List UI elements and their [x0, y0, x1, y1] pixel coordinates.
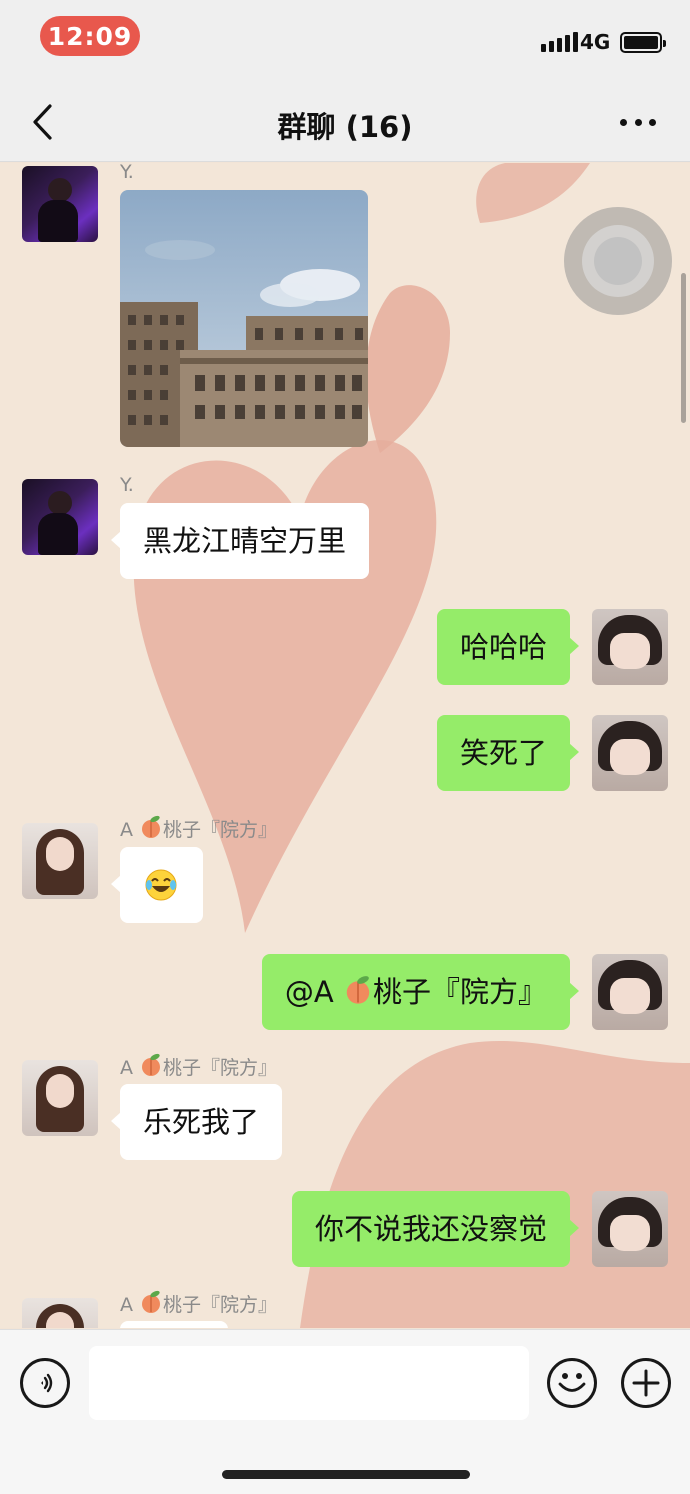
outgoing-message[interactable]: @A 桃子『院方』 — [261, 954, 580, 1030]
avatar-peach[interactable] — [22, 1060, 98, 1136]
avatar-me[interactable] — [592, 715, 668, 791]
message-text: 黑龙江晴空万里 — [143, 524, 347, 558]
sender-name: A 桃子『院方』 — [120, 1053, 277, 1080]
peach-icon — [142, 1053, 161, 1076]
plus-icon — [632, 1369, 660, 1397]
peach-icon — [142, 1290, 161, 1313]
smiley-icon — [558, 1373, 586, 1392]
status-time: 12:09 — [40, 16, 140, 56]
signal-icon — [541, 30, 578, 52]
message-text: 笑死了 — [459, 736, 547, 770]
battery-icon — [620, 32, 666, 53]
emoji-button[interactable] — [547, 1358, 597, 1408]
avatar-me[interactable] — [592, 609, 668, 685]
peach-icon — [346, 976, 370, 1004]
outgoing-message[interactable]: 哈哈哈 — [436, 609, 580, 685]
avatar-me[interactable] — [592, 1191, 668, 1267]
scrollbar[interactable] — [681, 273, 686, 423]
laughing-tears-emoji-icon — [145, 869, 177, 901]
sender-name: A 桃子『院方』 — [120, 1290, 277, 1317]
message-text: 乐死我了 — [143, 1105, 260, 1139]
message-text: 你不说我还没察觉 — [314, 1212, 547, 1246]
floating-window-button[interactable] — [564, 207, 672, 315]
avatar-y[interactable] — [22, 166, 98, 242]
message-list[interactable]: Y. Y. 黑龙江晴空万里 哈哈哈 笑死了 A 桃子『院方』 @A 桃子『院方』… — [0, 163, 690, 1328]
status-bar: 12:09 4G — [0, 0, 690, 82]
avatar-peach[interactable] — [22, 1298, 98, 1328]
avatar-peach[interactable] — [22, 823, 98, 899]
network-type: 4G — [580, 30, 611, 54]
home-indicator[interactable] — [222, 1470, 470, 1479]
more-options-button[interactable] — [612, 108, 664, 136]
more-dots-icon — [620, 118, 627, 126]
chat-header: 群聊 (16) — [0, 82, 690, 162]
voice-icon — [41, 1373, 53, 1393]
voice-button[interactable] — [20, 1358, 70, 1408]
page-title: 群聊 (16) — [277, 110, 413, 144]
outgoing-message[interactable]: 笑死了 — [436, 715, 580, 791]
outgoing-message[interactable]: 你不说我还没察觉 — [291, 1191, 580, 1267]
peach-icon — [142, 815, 161, 838]
incoming-message[interactable]: 乐死我了 — [110, 1084, 283, 1160]
sender-name: Y. — [120, 474, 134, 496]
sender-name: A 桃子『院方』 — [120, 815, 277, 842]
sender-name: Y. — [120, 163, 134, 183]
incoming-emoji-message[interactable] — [111, 847, 203, 923]
avatar-me[interactable] — [592, 954, 668, 1030]
more-functions-button[interactable] — [621, 1358, 671, 1408]
city-photo — [120, 190, 368, 447]
message-text: 哈哈哈 — [459, 630, 547, 664]
avatar-y[interactable] — [22, 479, 98, 555]
image-message[interactable] — [120, 190, 368, 447]
incoming-message[interactable] — [120, 1321, 228, 1328]
input-bar — [0, 1329, 690, 1494]
incoming-message[interactable]: 黑龙江晴空万里 — [110, 503, 370, 579]
message-input[interactable] — [89, 1346, 529, 1420]
